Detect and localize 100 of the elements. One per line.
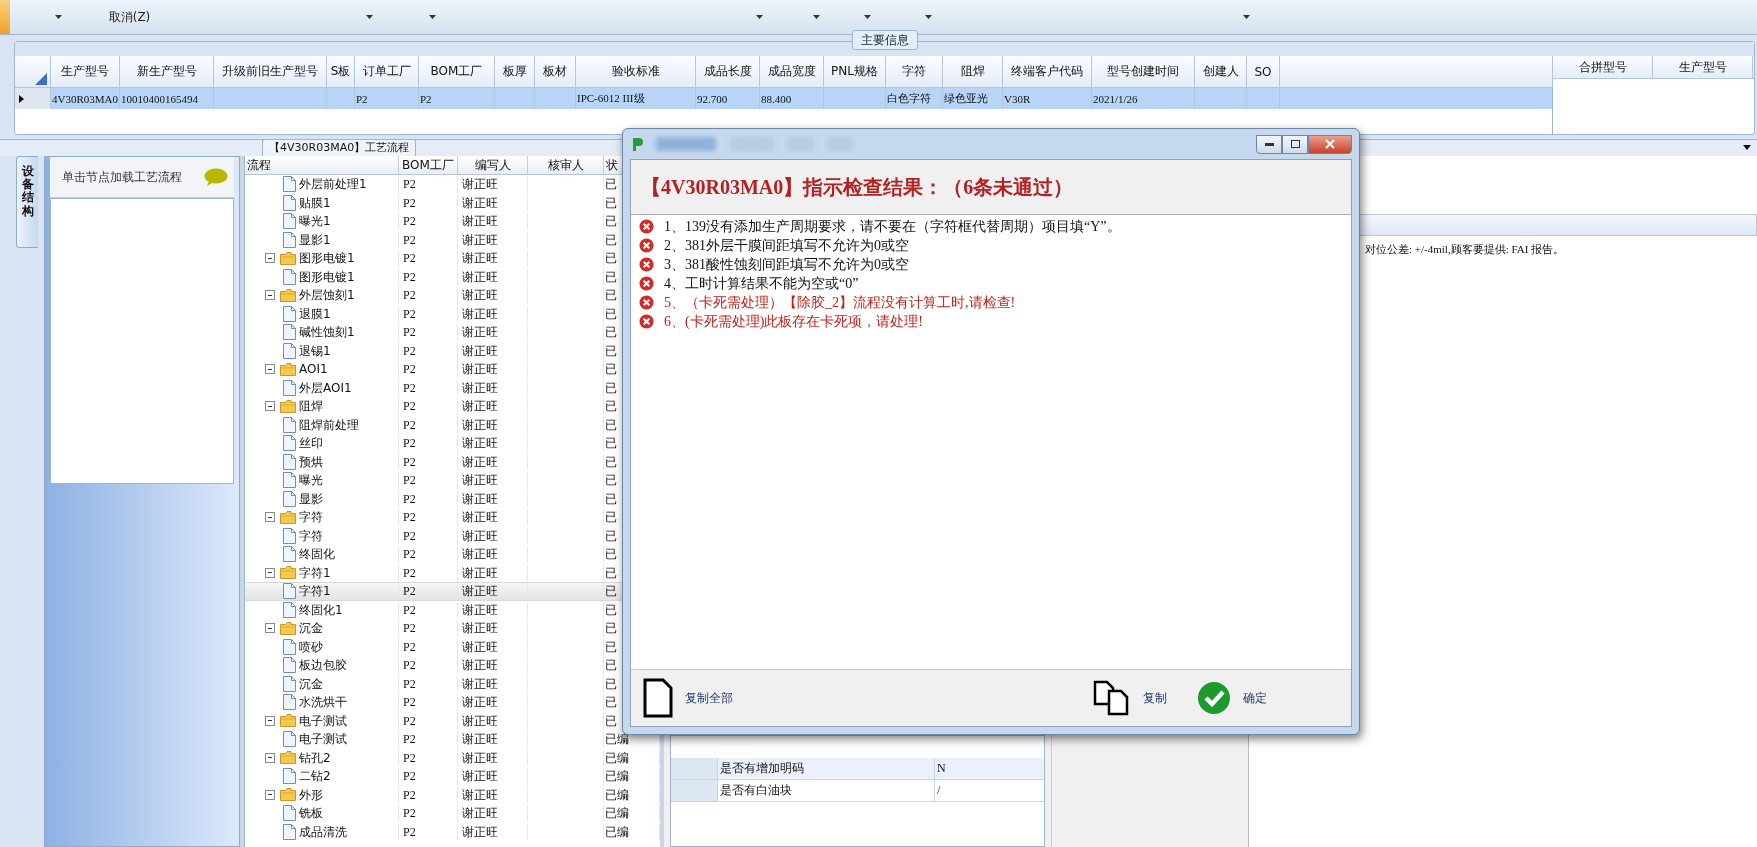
tree-node-label: 阻焊 — [299, 399, 323, 414]
table-cell: 谢正旺 — [462, 269, 498, 284]
table-cell: 谢正旺 — [462, 621, 498, 636]
table-cell: 谢正旺 — [462, 676, 498, 691]
table-cell: P2 — [403, 343, 416, 358]
group-title: 主要信息 — [851, 30, 918, 50]
tree-node-label: 显影 — [299, 491, 323, 506]
table-cell: P2 — [403, 399, 416, 414]
hint-text: 单击节点加载工艺流程 — [62, 168, 182, 186]
table-cell: P2 — [403, 584, 416, 599]
table-cell: 已 — [605, 491, 617, 506]
tree-node-label: 外形 — [299, 787, 323, 802]
tree-node-label: 碱性蚀刻1 — [299, 325, 355, 340]
table-cell: P2 — [403, 214, 416, 229]
error-message: 4、工时计算结果不能为空或“0” — [664, 274, 859, 293]
table-cell: P2 — [403, 750, 416, 765]
tree-node-label: 钻孔2 — [299, 750, 331, 765]
table-cell: 已 — [605, 528, 617, 543]
table-cell: P2 — [403, 713, 416, 728]
table-cell: 谢正旺 — [462, 565, 498, 580]
table-cell: 已 — [605, 695, 617, 710]
table-cell: 已编 — [605, 806, 629, 821]
tree-node-label: 贴膜1 — [299, 195, 331, 210]
table-cell: 谢正旺 — [462, 362, 498, 377]
tree-node-label: 丝印 — [299, 436, 323, 451]
table-cell: 谢正旺 — [462, 658, 498, 673]
table-cell: P2 — [403, 195, 416, 210]
table-cell: 已 — [605, 177, 617, 192]
table-cell: 已 — [605, 288, 617, 303]
table-cell: 已 — [605, 547, 617, 562]
tree-node-label: 外层前处理1 — [299, 177, 367, 192]
table-cell: 谢正旺 — [462, 584, 498, 599]
error-message: 2、381外层干膜间距填写不允许为0或空 — [664, 236, 909, 255]
table-cell: P2 — [403, 177, 416, 192]
table-cell: 谢正旺 — [462, 436, 498, 451]
table-cell: 谢正旺 — [462, 510, 498, 525]
tree-node-label: AOI1 — [299, 362, 328, 377]
table-cell: P2 — [420, 92, 432, 105]
table-cell: 谢正旺 — [462, 491, 498, 506]
tree-node-label: 电子测试 — [299, 713, 347, 728]
table-cell: 谢正旺 — [462, 232, 498, 247]
table-cell: P2 — [403, 288, 416, 303]
table-cell: 谢正旺 — [462, 325, 498, 340]
tree-node-label: 水洗烘干 — [299, 695, 347, 710]
table-cell: P2 — [403, 528, 416, 543]
table-cell: 谢正旺 — [462, 380, 498, 395]
tree-node-label: 阻焊前处理 — [299, 417, 359, 432]
table-cell: 谢正旺 — [462, 639, 498, 654]
table-cell: 谢正旺 — [462, 177, 498, 192]
tree-node-label: 二钻2 — [299, 769, 331, 784]
tree-node-label: 终固化 — [299, 547, 335, 562]
table-cell: 谢正旺 — [462, 713, 498, 728]
table-cell: 10010400165494 — [121, 92, 198, 105]
error-message: 5、（卡死需处理）【除胶_2】流程没有计算工时,请检查! — [664, 293, 1016, 312]
table-cell: 已 — [605, 713, 617, 728]
table-cell: 已 — [605, 362, 617, 377]
tree-node-label: 外层蚀刻1 — [299, 288, 355, 303]
table-cell: 谢正旺 — [462, 695, 498, 710]
table-cell: P2 — [403, 658, 416, 673]
table-cell: P2 — [403, 621, 416, 636]
table-cell: IPC-6012 III级 — [577, 91, 645, 106]
tree-node-label: 字符1 — [299, 565, 331, 580]
table-cell: 2021/1/26 — [1093, 92, 1138, 105]
table-cell: 已 — [605, 325, 617, 340]
table-cell: 已 — [605, 269, 617, 284]
table-cell: 谢正旺 — [462, 824, 498, 839]
table-cell: P2 — [403, 380, 416, 395]
table-cell: P2 — [403, 436, 416, 451]
table-cell: 已编 — [605, 750, 629, 765]
error-message: 3、381酸性蚀刻间距填写不允许为0或空 — [664, 255, 909, 274]
tree-node-label: 沉金 — [299, 621, 323, 636]
table-cell: 谢正旺 — [462, 417, 498, 432]
table-cell: P2 — [403, 787, 416, 802]
table-cell: 已 — [605, 658, 617, 673]
property-name: 是否有白油块 — [720, 782, 792, 799]
table-cell: 已编 — [605, 824, 629, 839]
tree-node-label: 板边包胶 — [299, 658, 347, 673]
table-cell: P2 — [403, 269, 416, 284]
table-cell: 已 — [605, 306, 617, 321]
table-cell: 谢正旺 — [462, 602, 498, 617]
tree-node-label: 曝光1 — [299, 214, 331, 229]
table-cell: P2 — [403, 565, 416, 580]
table-cell: 4V30R03MA0 — [52, 92, 118, 105]
table-cell: 已 — [605, 584, 617, 599]
table-cell: 谢正旺 — [462, 769, 498, 784]
table-cell: P2 — [403, 824, 416, 839]
tree-node-label: 图形电镀1 — [299, 269, 355, 284]
table-cell: P2 — [403, 491, 416, 506]
table-cell: 已 — [605, 639, 617, 654]
table-cell: P2 — [403, 454, 416, 469]
tree-node-label: 显影1 — [299, 232, 331, 247]
table-cell: 已 — [605, 436, 617, 451]
table-cell: 已 — [605, 454, 617, 469]
table-cell: 已 — [605, 251, 617, 266]
table-cell: 已 — [605, 473, 617, 488]
table-cell: P2 — [403, 806, 416, 821]
table-cell: 谢正旺 — [462, 195, 498, 210]
table-cell: 谢正旺 — [462, 306, 498, 321]
table-cell: 谢正旺 — [462, 806, 498, 821]
tree-node-label: 预烘 — [299, 454, 323, 469]
